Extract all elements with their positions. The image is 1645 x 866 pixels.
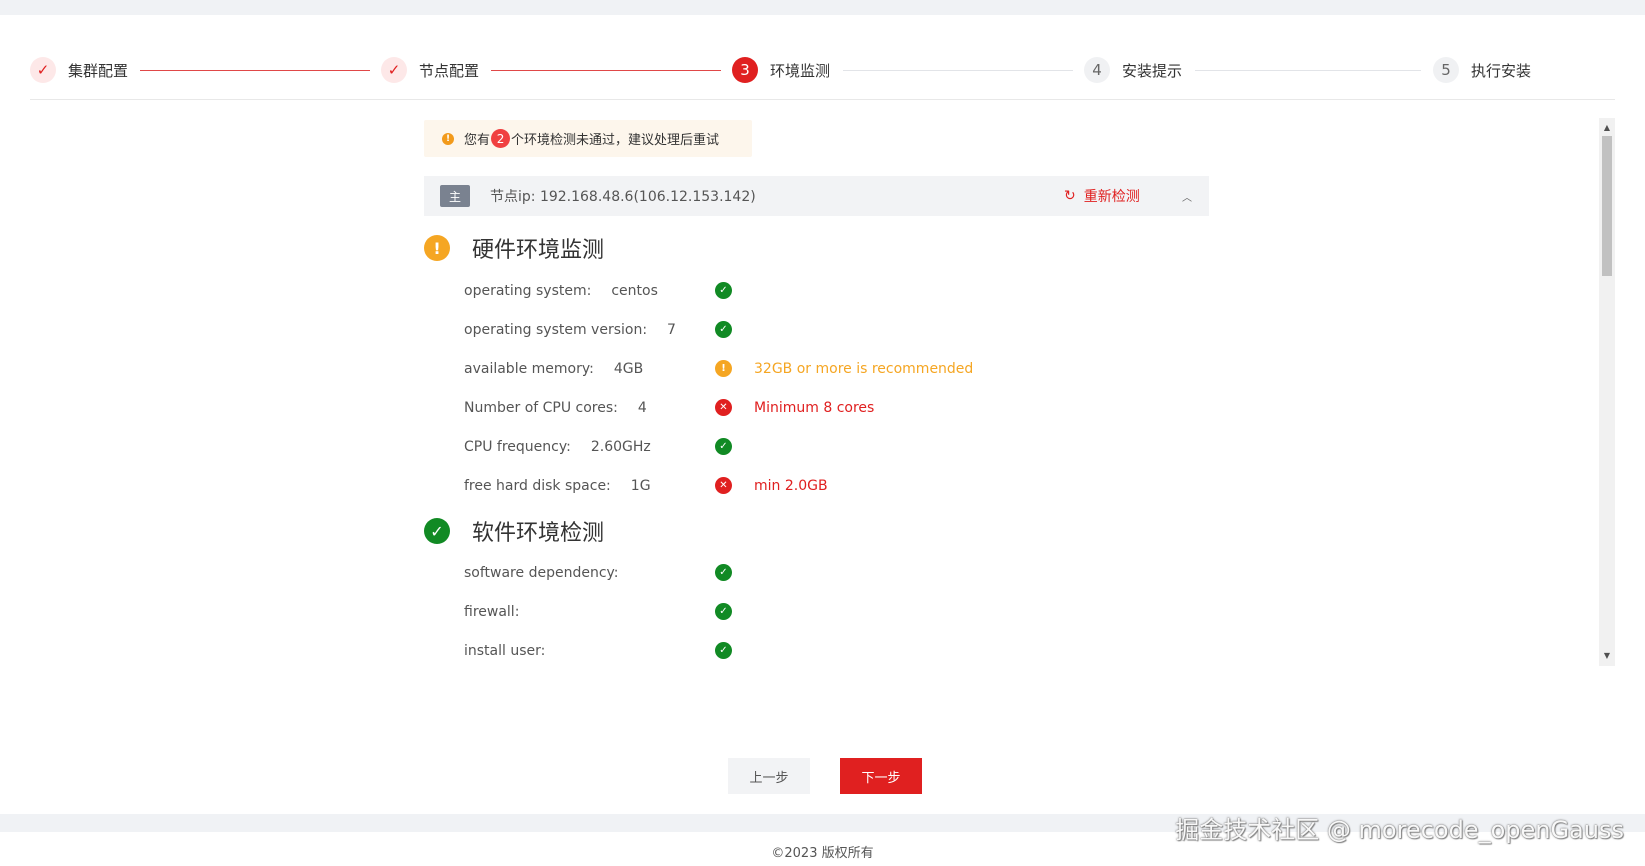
primary-node-badge: 主 [440,185,470,207]
check-label: Number of CPU cores: [464,400,618,416]
warning-icon: ! [424,235,450,261]
divider [30,99,1615,100]
step-node-config: ✓ 节点配置 [381,50,479,90]
scroll-up-icon[interactable]: ▲ [1599,120,1615,134]
check-value: centos [611,283,658,299]
check-circle-icon: ✓ [424,518,450,544]
recheck-button[interactable]: ↻ 重新检测 [1064,176,1140,216]
step-env-check: 3 环境监测 [732,50,830,90]
check-label: available memory: [464,361,594,377]
step-number: 4 [1084,57,1110,83]
section-title-text: 硬件环境监测 [472,238,605,263]
check-message: 32GB or more is recommended [754,361,974,377]
check-label: operating system: [464,283,592,299]
step-connector-3 [843,70,1073,71]
check-row-os-version: operating system version: 7 ✓ [464,319,732,341]
check-circle-icon: ✓ [715,642,732,659]
error-circle-icon: ✕ [715,399,732,416]
step-label: 环境监测 [770,61,831,80]
prev-step-button[interactable]: 上一步 [728,758,810,794]
step-cluster-config: ✓ 集群配置 [30,50,128,90]
check-label: install user: [464,643,546,659]
check-value: 4 [637,400,647,416]
chevron-up-icon[interactable]: ︿ [1182,176,1192,216]
recheck-label: 重新检测 [1083,189,1140,205]
step-label: 安装提示 [1122,61,1183,80]
check-label: operating system version: [464,322,648,338]
step-connector-2 [491,70,721,71]
warning-icon: ! [715,360,732,377]
check-row-memory: available memory: 4GB ! 32GB or more is … [464,358,973,380]
watermark: 掘金技术社区 @ morecode_openGauss [1175,815,1624,844]
top-bar [0,0,1645,15]
hardware-section-title: ! 硬件环境监测 [424,231,604,265]
step-install-tips: 4 安装提示 [1084,50,1182,90]
check-value: 1G [630,478,651,494]
check-row-cpu-frequency: CPU frequency: 2.60GHz ✓ [464,436,732,458]
check-value: 2.60GHz [590,439,651,455]
check-message: Minimum 8 cores [754,400,875,416]
alert-count-badge: 2 [491,129,511,148]
check-row-os: operating system: centos ✓ [464,280,732,302]
error-circle-icon: ✕ [715,477,732,494]
refresh-icon: ↻ [1064,188,1076,204]
alert-prefix: 您有 [464,133,491,148]
step-number: 5 [1433,57,1459,83]
step-connector-1 [140,70,370,71]
check-row-firewall: firewall: ✓ [464,601,732,623]
scroll-thumb[interactable] [1602,136,1612,276]
check-value: 7 [667,322,676,338]
check-value: 4GB [613,361,644,377]
section-title-text: 软件环境检测 [472,521,605,546]
check-row-install-user: install user: ✓ [464,640,732,662]
warning-alert: ! 您有 2 个环境检测未通过，建议处理后重试 [424,120,752,157]
check-circle-icon: ✓ [715,438,732,455]
step-number: 3 [732,57,758,83]
check-row-disk-space: free hard disk space: 1G ✕ min 2.0GB [464,475,828,497]
vertical-scrollbar[interactable]: ▲ ▼ [1599,118,1615,666]
steps-bar: ✓ 集群配置 ✓ 节点配置 3 环境监测 4 安装提示 5 执行安装 [30,50,1615,90]
node-header[interactable]: 主 节点ip: 192.168.48.6(106.12.153.142) ↻ 重… [424,176,1209,216]
step-connector-4 [1195,70,1421,71]
check-row-software-dependency: software dependency: ✓ [464,562,732,584]
step-label: 集群配置 [68,61,129,80]
check-label: free hard disk space: [464,478,611,494]
check-circle-icon: ✓ [715,603,732,620]
alert-suffix: 个环境检测未通过，建议处理后重试 [511,133,720,148]
warning-icon: ! [442,132,454,145]
check-circle-icon: ✓ [715,282,732,299]
env-check-panel: ! 您有 2 个环境检测未通过，建议处理后重试 主 节点ip: 192.168.… [0,118,1645,666]
scroll-down-icon[interactable]: ▼ [1599,648,1615,662]
step-label: 执行安装 [1471,61,1532,80]
check-circle-icon: ✓ [715,321,732,338]
check-row-cpu-cores: Number of CPU cores: 4 ✕ Minimum 8 cores [464,397,874,419]
check-icon: ✓ [381,57,407,83]
check-label: CPU frequency: [464,439,571,455]
check-label: firewall: [464,604,520,620]
node-ip: 节点ip: 192.168.48.6(106.12.153.142) [490,189,756,205]
step-label: 节点配置 [419,61,480,80]
check-message: min 2.0GB [754,478,828,494]
check-label: software dependency: [464,565,619,581]
check-icon: ✓ [30,57,56,83]
software-section-title: ✓ 软件环境检测 [424,514,604,548]
check-circle-icon: ✓ [715,564,732,581]
step-execute-install: 5 执行安装 [1433,50,1531,90]
footer-copyright: ©2023 版权所有 [771,846,874,861]
next-step-button[interactable]: 下一步 [840,758,922,794]
